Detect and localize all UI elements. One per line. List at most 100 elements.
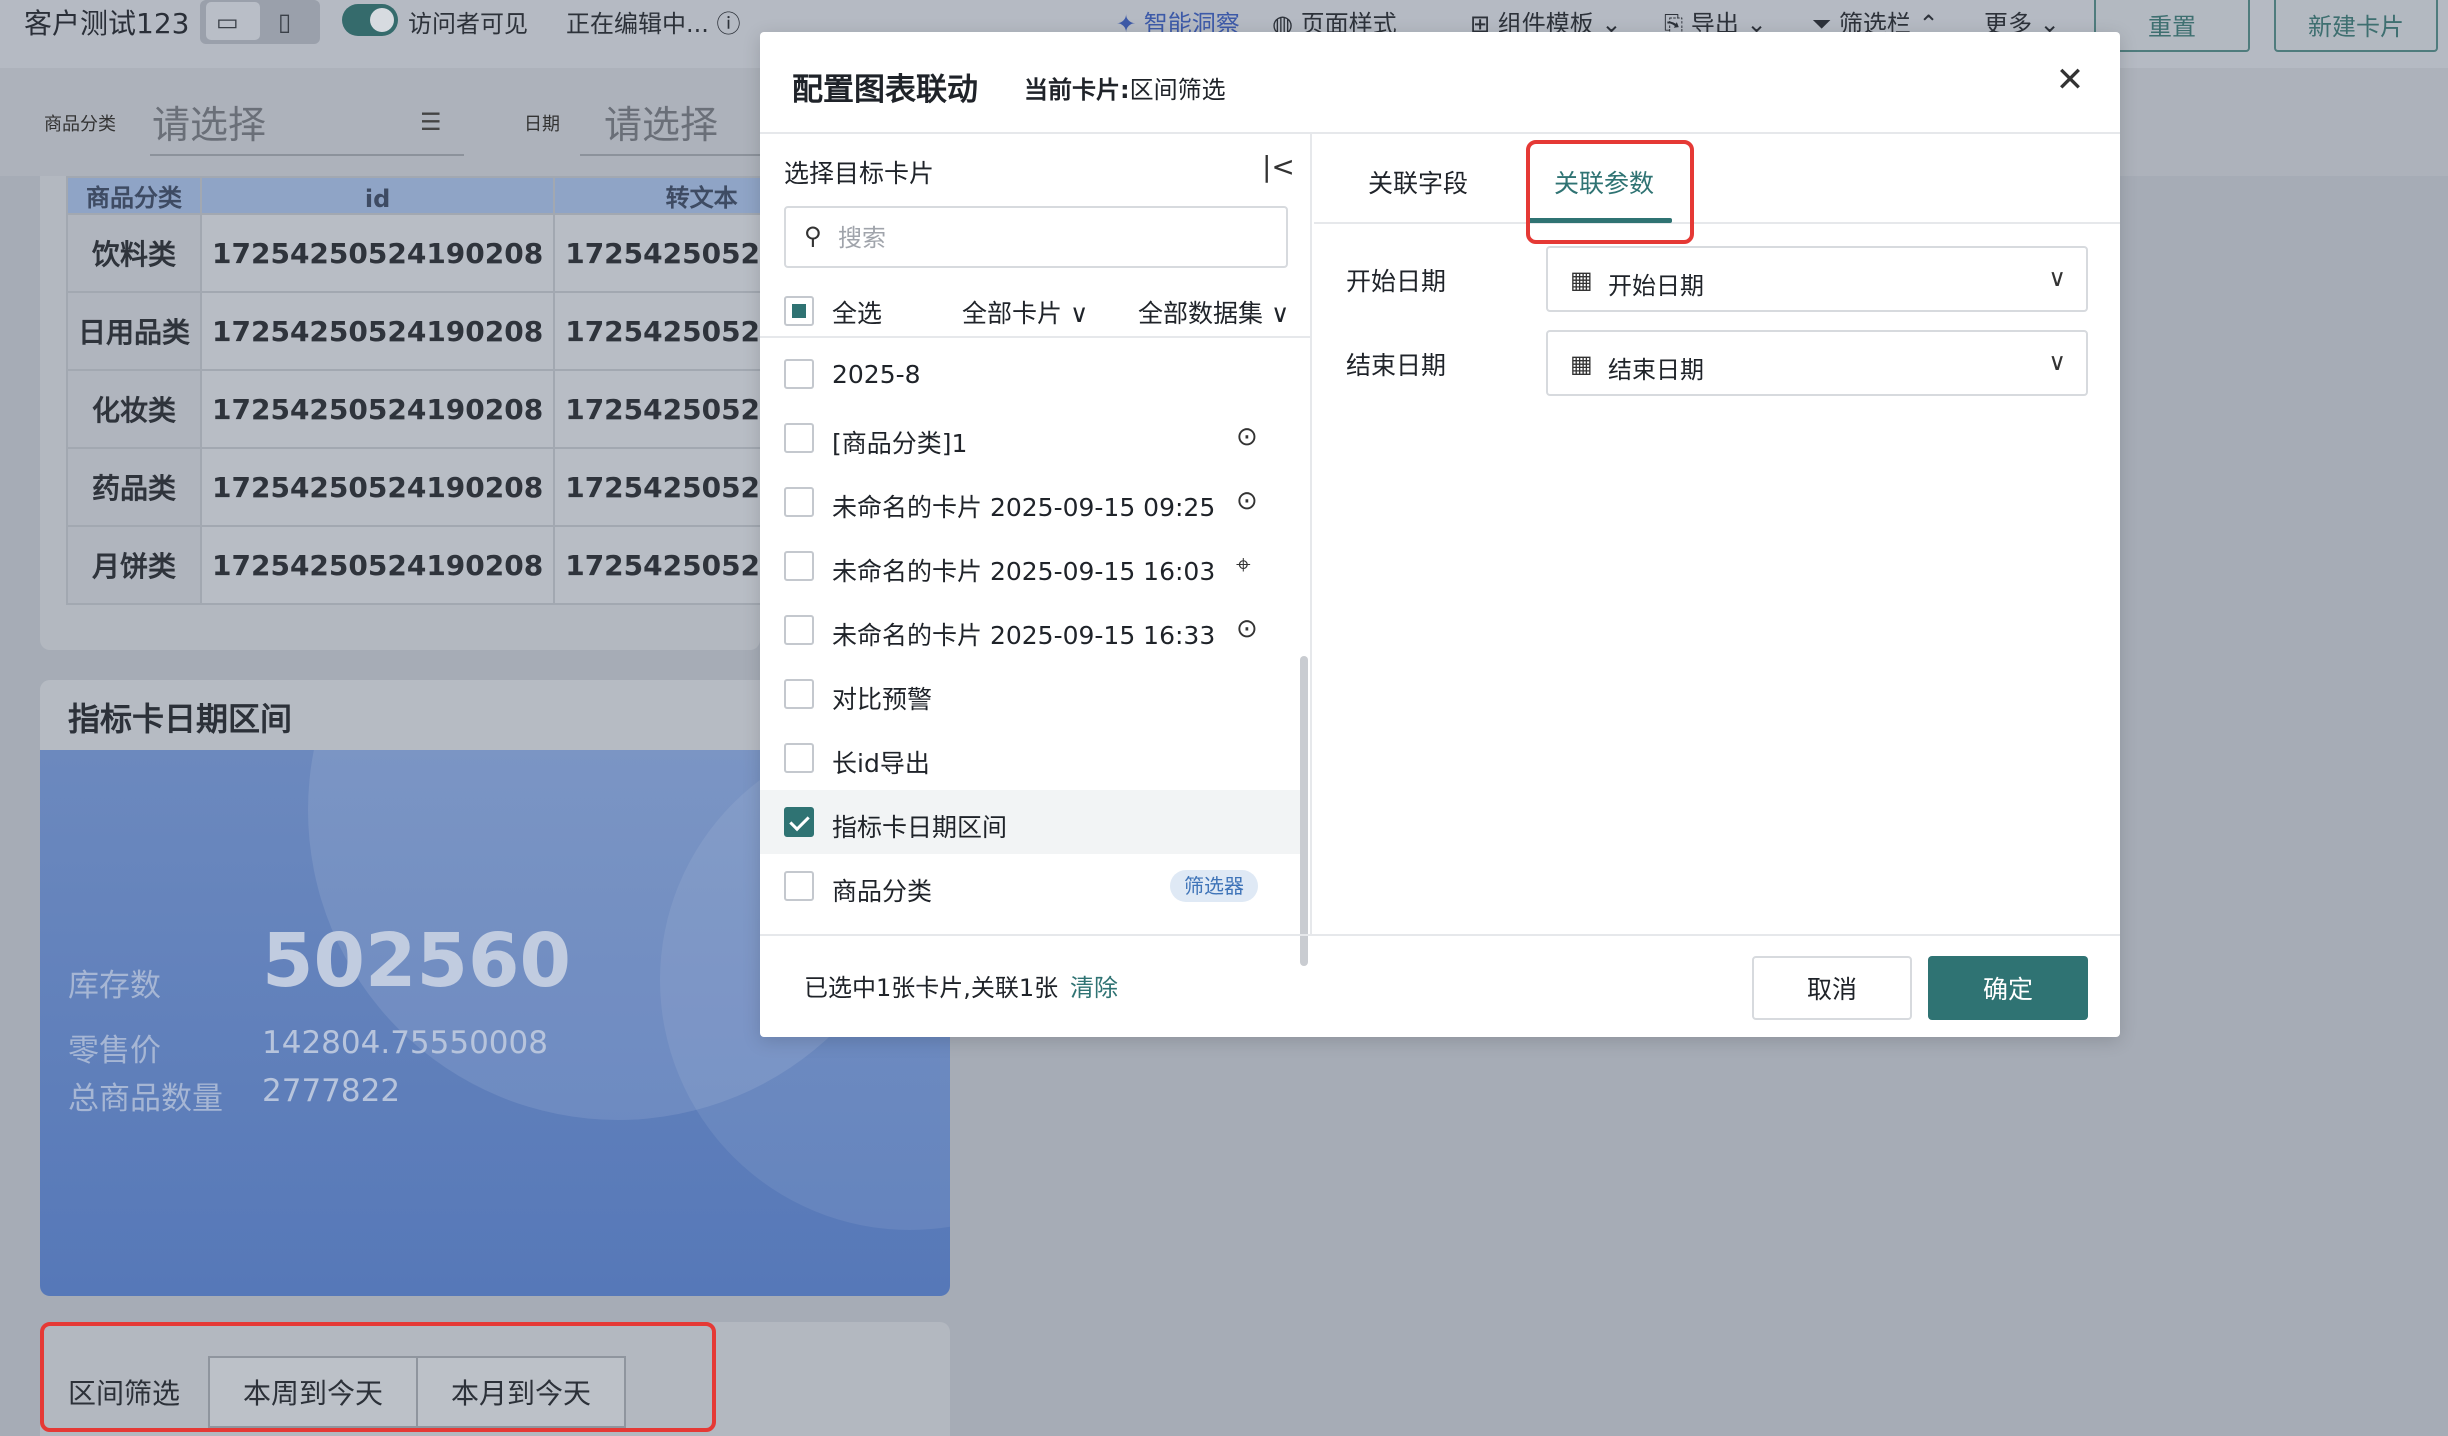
dialog-footer: 已选中1张卡片,关联1张 清除 取消 确定 — [760, 934, 2120, 1037]
device-switch[interactable]: ▭ ▯ — [200, 0, 320, 44]
metric-card-title: 指标卡日期区间 — [68, 700, 293, 738]
item-checkbox[interactable] — [784, 743, 814, 773]
linkage-config-pane: 关联字段 关联参数 开始日期 ▦ 开始日期 ∨ 结束日期 ▦ 结束日期 ∨ — [1314, 134, 2120, 934]
collapse-icon[interactable]: |< — [1262, 150, 1295, 183]
item-label: 长id导出 — [832, 749, 930, 778]
search-box: ⚲ — [784, 206, 1288, 268]
metric-main-value: 502560 — [262, 918, 571, 1004]
card-list: 2025-8 [商品分类]1 ⊙ 未命名的卡片 2025-09-15 09:25… — [760, 342, 1312, 926]
param-value: 开始日期 — [1608, 272, 1704, 300]
crosshair-icon: ⌖ — [1236, 550, 1251, 580]
param-label: 开始日期 — [1346, 267, 1447, 296]
search-icon: ⚲ — [804, 222, 822, 250]
confirm-button[interactable]: 确定 — [1928, 956, 2088, 1020]
item-checkbox[interactable] — [784, 807, 814, 837]
current-card: 当前卡片:区间筛选 — [1024, 76, 1226, 104]
table-cell: 17254250524190208 — [200, 447, 556, 527]
item-label: 未命名的卡片 2025-09-15 16:03 — [832, 557, 1216, 586]
cancel-button[interactable]: 取消 — [1752, 956, 1912, 1020]
filter-underline — [150, 154, 464, 156]
chart-linkage-dialog: 配置图表联动 当前卡片:区间筛选 ✕ 选择目标卡片 |< ⚲ 全选 全部卡片 ∨… — [760, 32, 2120, 1037]
dialog-title: 配置图表联动 — [792, 72, 978, 108]
list-item[interactable]: 未命名的卡片 2025-09-15 16:03 ⌖ — [760, 534, 1300, 598]
search-input[interactable] — [838, 218, 1258, 258]
dashboard-title: 客户测试123 — [24, 7, 190, 40]
chevron-circle-icon: ⊙ — [1236, 486, 1258, 516]
select-all-row: 全选 全部卡片 ∨ 全部数据集 ∨ — [760, 284, 1312, 338]
clear-link[interactable]: 清除 — [1070, 968, 1118, 1003]
table-cell: 化妆类 — [65, 369, 203, 449]
all-datasets-dropdown[interactable]: 全部数据集 ∨ — [1138, 294, 1289, 330]
item-label: 对比预警 — [832, 685, 933, 714]
chevron-circle-icon: ⊙ — [1236, 422, 1258, 452]
item-checkbox[interactable] — [784, 615, 814, 645]
filter-underline — [580, 154, 760, 156]
item-checkbox[interactable] — [784, 423, 814, 453]
item-checkbox[interactable] — [784, 551, 814, 581]
item-label: 未命名的卡片 2025-09-15 09:25 — [832, 493, 1216, 522]
calendar-icon: ▦ — [1570, 266, 1593, 294]
list-item[interactable]: 指标卡日期区间 — [760, 790, 1300, 854]
filter-category-select[interactable]: 请选择 — [152, 94, 266, 149]
metric-main-label: 库存数 — [68, 968, 161, 1004]
list-scrollbar[interactable] — [1300, 656, 1308, 966]
metric-row-label: 总商品数量 — [68, 1081, 223, 1117]
list-item[interactable]: 长id导出 — [760, 726, 1300, 790]
tab-linked-fields[interactable]: 关联字段 — [1368, 164, 1468, 200]
highlight-box — [40, 1322, 716, 1432]
mobile-icon[interactable]: ▯ — [278, 8, 291, 36]
target-card-pane: 选择目标卡片 |< ⚲ 全选 全部卡片 ∨ 全部数据集 ∨ 2025-8 [商品… — [760, 134, 1312, 966]
list-item[interactable]: 2025-8 — [760, 342, 1300, 406]
chevron-down-icon: ∨ — [2048, 264, 2066, 292]
list-icon: ☰ — [420, 108, 442, 136]
filter-date-select[interactable]: 请选择 — [604, 94, 718, 149]
table-cell: 17254250524190208 — [200, 213, 556, 293]
calendar-icon: ▦ — [1570, 350, 1593, 378]
all-cards-dropdown[interactable]: 全部卡片 ∨ — [962, 294, 1088, 330]
chevron-down-icon: ∨ — [2048, 348, 2066, 376]
table-row: 月饼类 17254250524190208 17254250524190 — [65, 525, 850, 605]
table-header: id — [200, 176, 556, 215]
visitor-visible-toggle[interactable] — [342, 4, 398, 36]
chevron-circle-icon: ⊙ — [1236, 614, 1258, 644]
close-icon[interactable]: ✕ — [2050, 60, 2090, 100]
list-item[interactable]: 对比预警 — [760, 662, 1300, 726]
list-item[interactable]: 未命名的卡片 2025-09-15 16:33 ⊙ — [760, 598, 1300, 662]
item-checkbox[interactable] — [784, 359, 814, 389]
highlight-box — [1526, 140, 1694, 244]
item-checkbox[interactable] — [784, 871, 814, 901]
select-all-checkbox[interactable] — [784, 296, 814, 326]
param-label: 结束日期 — [1346, 351, 1447, 380]
info-icon: ⓘ — [716, 10, 741, 38]
selection-info: 已选中1张卡片,关联1张 — [804, 974, 1059, 1002]
chevron-down-icon: ∨ — [1069, 299, 1089, 328]
end-date-select[interactable]: ▦ 结束日期 ∨ — [1546, 330, 2088, 396]
editing-status: 正在编辑中... ⓘ — [566, 10, 741, 38]
table-header-row: 商品分类 id 转文本 — [65, 176, 850, 215]
start-date-select[interactable]: ▦ 开始日期 ∨ — [1546, 246, 2088, 312]
list-item[interactable]: 商品分类 筛选器 — [760, 854, 1300, 918]
table-row: 日用品类 17254250524190208 17254250524190 — [65, 291, 850, 371]
item-label: 指标卡日期区间 — [832, 813, 1008, 842]
table-row: 化妆类 17254250524190208 17254250524190 — [65, 369, 850, 449]
item-label: 未命名的卡片 2025-09-15 16:33 — [832, 621, 1216, 650]
table-row: 饮料类 17254250524190208 17254250524190 — [65, 213, 850, 293]
filter-date-label: 日期 — [524, 114, 560, 135]
item-label: [商品分类]1 — [832, 429, 968, 458]
table-header: 商品分类 — [65, 176, 203, 215]
dialog-header: 配置图表联动 当前卡片:区间筛选 ✕ — [760, 32, 2120, 134]
item-checkbox[interactable] — [784, 487, 814, 517]
data-table: 商品分类 id 转文本 饮料类 17254250524190208 172542… — [65, 176, 850, 605]
item-checkbox[interactable] — [784, 679, 814, 709]
table-cell: 药品类 — [65, 447, 203, 527]
new-card-button[interactable]: 新建卡片 — [2274, 0, 2438, 52]
list-item[interactable]: [商品分类]1 ⊙ — [760, 406, 1300, 470]
metric-row-value: 2777822 — [262, 1073, 401, 1109]
item-label: 商品分类 — [832, 877, 933, 906]
select-all-label: 全选 — [832, 299, 883, 328]
table-cell: 月饼类 — [65, 525, 203, 605]
item-label: 2025-8 — [832, 360, 921, 389]
visitor-visible-label: 访问者可见 — [408, 10, 528, 38]
metric-row-value: 142804.75550008 — [262, 1025, 548, 1061]
list-item[interactable]: 未命名的卡片 2025-09-15 09:25 ⊙ — [760, 470, 1300, 534]
